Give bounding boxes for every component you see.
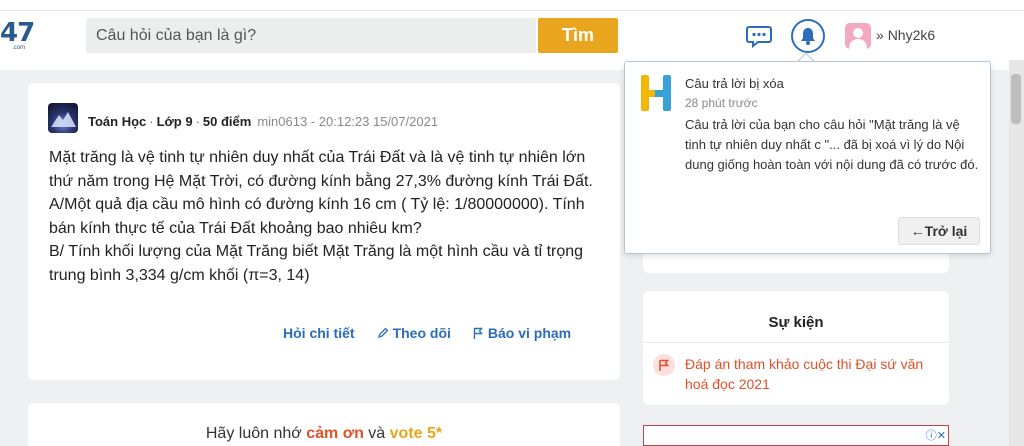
site-h-logo-icon <box>638 73 674 113</box>
thanks-prefix: Hãy luôn nhớ <box>205 425 302 442</box>
divider <box>643 342 949 343</box>
thanks-card: Hãy luôn nhớ cảm ơn và vote 5* <box>28 403 620 446</box>
event-item[interactable]: Đáp án tham khảo cuộc thi Đại sứ văn hoá… <box>653 354 943 394</box>
chevron-down-icon: » <box>876 27 884 43</box>
chat-icon[interactable] <box>745 22 775 50</box>
notification-bell-button[interactable] <box>791 19 825 53</box>
details-label: Hỏi chi tiết <box>283 325 355 341</box>
flag-icon <box>473 327 483 339</box>
subject-icon <box>48 103 78 133</box>
follow-label: Theo dõi <box>392 325 451 341</box>
question-actions: Hỏi chi tiết Theo dõi Báo vi phạm <box>283 325 571 341</box>
thanks-middle: và <box>368 425 386 442</box>
question-intro: Mặt trăng là vệ tinh tự nhiên duy nhất c… <box>49 149 593 190</box>
question-meta: Toán Học · Lớp 9 · 50 điểm min0613 - 20:12:23… <box>88 114 439 129</box>
details-button[interactable]: Hỏi chi tiết <box>283 325 355 341</box>
subject-link[interactable]: Toán Học <box>88 114 146 129</box>
scrollbar-thumb[interactable] <box>1011 74 1021 124</box>
follow-button[interactable]: Theo dõi <box>377 325 451 341</box>
report-button[interactable]: Báo vi phạm <box>473 325 571 341</box>
events-card: Sự kiện Đáp án tham khảo cuộc thi Đại sứ… <box>643 291 949 405</box>
site-logo-sub: .com <box>12 45 26 51</box>
username-label: Nhy2k6 <box>887 27 936 43</box>
search-button[interactable]: Tìm <box>538 18 618 53</box>
site-logo[interactable]: 47 <box>0 18 35 48</box>
question-part-b: B/ Tính khối lượng của Mặt Trăng biết Mặ… <box>49 243 584 284</box>
thanks-text: Hãy luôn nhớ cảm ơn và vote 5* <box>28 425 620 443</box>
points-label: 50 điểm <box>202 114 252 129</box>
question-card: Toán Học · Lớp 9 · 50 điểm min0613 - 20:12:23… <box>28 83 620 380</box>
avatar[interactable] <box>845 23 871 49</box>
question-part-a: A/Một quả địa cầu mô hình có đường kính … <box>49 196 585 237</box>
notification-popup: Câu trả lời bị xóa 28 phút trước Câu trả… <box>624 61 991 254</box>
ad-banner[interactable]: ⓘ✕ <box>643 425 949 446</box>
search-input[interactable] <box>86 18 536 53</box>
user-menu[interactable]: » Nhy2k6 <box>876 27 935 43</box>
top-divider <box>0 10 1024 11</box>
events-title: Sự kiện <box>768 314 824 331</box>
author-time: min0613 - 20:12:23 15/07/2021 <box>257 114 439 129</box>
notification-message: Câu trả lời của bạn cho câu hỏi "Mặt tră… <box>685 117 979 172</box>
notification-time: 28 phút trước <box>685 96 758 110</box>
report-label: Báo vi phạm <box>487 325 572 341</box>
bell-icon <box>801 28 815 45</box>
event-link[interactable]: Đáp án tham khảo cuộc thi Đại sứ văn hoá… <box>685 354 943 394</box>
flag-icon <box>653 354 675 376</box>
vote-word: vote 5* <box>389 425 443 442</box>
back-button[interactable]: ←Trở lại <box>898 217 980 245</box>
question-body: Mặt trăng là vệ tinh tự nhiên duy nhất c… <box>49 146 609 287</box>
notification-title: Câu trả lời bị xóa <box>685 76 784 91</box>
thanks-word: cảm ơn <box>306 425 364 442</box>
pencil-icon <box>377 327 388 339</box>
ad-info-close-icon[interactable]: ⓘ✕ <box>926 427 946 443</box>
grade-link[interactable]: Lớp 9 <box>157 114 193 129</box>
